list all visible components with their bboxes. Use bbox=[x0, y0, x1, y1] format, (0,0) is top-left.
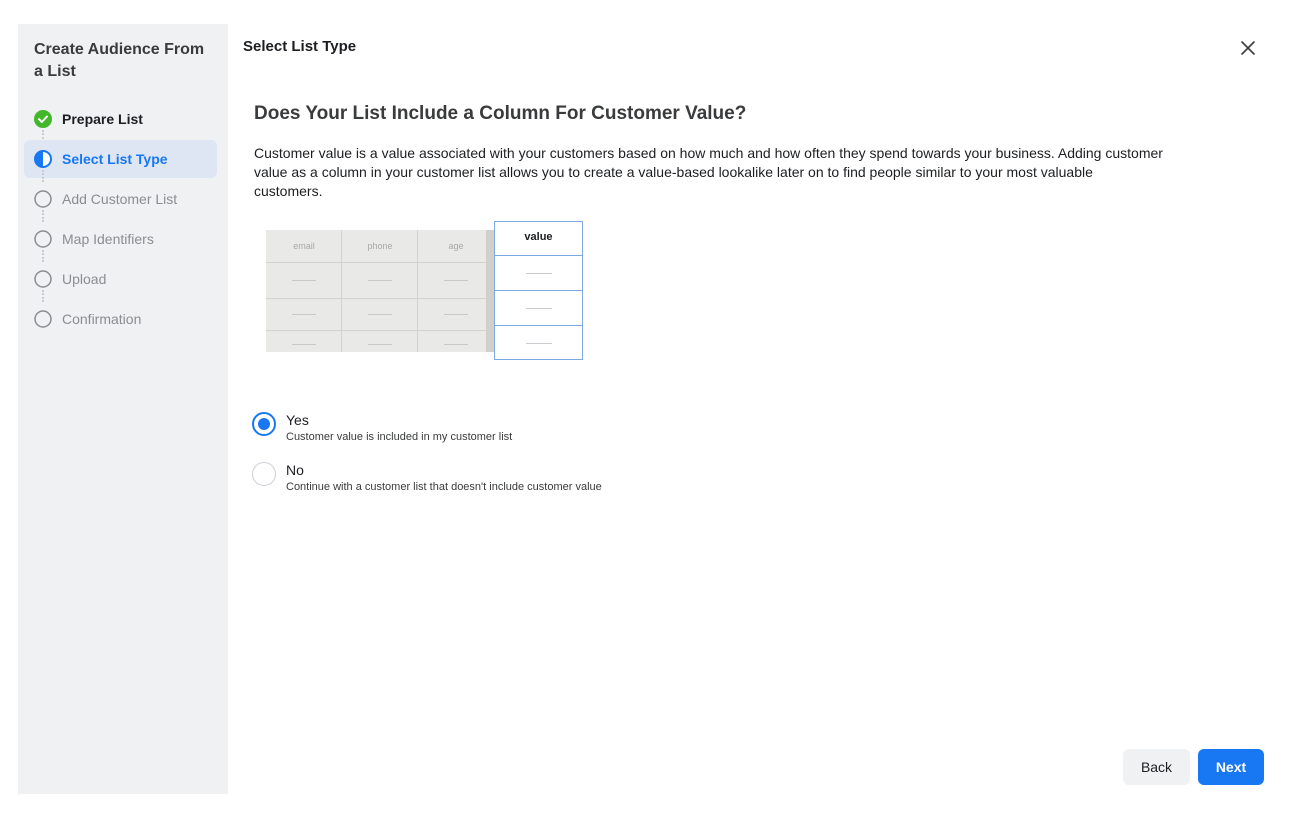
empty-circle-icon bbox=[34, 310, 52, 328]
column-shadow bbox=[486, 230, 494, 352]
value-cell bbox=[495, 326, 582, 361]
close-button[interactable] bbox=[1236, 36, 1260, 60]
placeholder-dash bbox=[444, 314, 468, 315]
step-label: Map Identifiers bbox=[62, 231, 154, 247]
column-header-phone: phone bbox=[367, 241, 393, 251]
row-divider bbox=[266, 330, 494, 331]
option-sublabel: Continue with a customer list that doesn… bbox=[286, 481, 602, 493]
option-yes[interactable]: Yes Customer value is included in my cus… bbox=[252, 412, 512, 445]
step-add-customer-list[interactable]: Add Customer List bbox=[24, 180, 217, 222]
placeholder-dash bbox=[368, 344, 392, 345]
column-header-age: age bbox=[448, 241, 464, 251]
description-text: Customer value is a value associated wit… bbox=[254, 145, 1163, 199]
page-title: Select List Type bbox=[243, 38, 357, 55]
step-label: Select List Type bbox=[62, 151, 168, 167]
step-prepare-list[interactable]: Prepare List bbox=[24, 100, 217, 142]
placeholder-dash bbox=[368, 280, 392, 281]
step-label: Add Customer List bbox=[62, 191, 178, 207]
radio-yes[interactable] bbox=[252, 412, 276, 436]
placeholder-dash bbox=[292, 280, 316, 281]
option-sublabel: Customer value is included in my custome… bbox=[286, 431, 513, 443]
radio-no[interactable] bbox=[252, 462, 276, 486]
placeholder-dash bbox=[368, 314, 392, 315]
placeholder-dash bbox=[292, 344, 316, 345]
placeholder-dash bbox=[292, 314, 316, 315]
empty-circle-icon bbox=[34, 230, 52, 248]
row-divider bbox=[266, 262, 494, 263]
placeholder-dash bbox=[444, 280, 468, 281]
empty-circle-icon bbox=[34, 270, 52, 288]
sidebar: Create Audience From a List Prepare List… bbox=[18, 24, 228, 794]
empty-circle-icon bbox=[34, 190, 52, 208]
step-label: Confirmation bbox=[62, 311, 142, 327]
value-cell bbox=[495, 291, 582, 326]
step-confirmation[interactable]: Confirmation bbox=[24, 300, 217, 338]
value-column: value bbox=[494, 221, 583, 360]
step-map-identifiers[interactable]: Map Identifiers bbox=[24, 220, 217, 262]
radio-dot bbox=[258, 418, 270, 430]
option-no[interactable]: No Continue with a customer list that do… bbox=[252, 462, 602, 495]
customer-value-illustration: email phone age value bbox=[266, 221, 586, 361]
half-circle-icon bbox=[34, 150, 52, 168]
value-cell bbox=[495, 256, 582, 291]
step-select-list-type[interactable]: Select List Type bbox=[24, 140, 217, 182]
step-list: Prepare List Select List Type Add Custom… bbox=[24, 100, 217, 340]
next-button[interactable]: Next bbox=[1198, 749, 1264, 785]
option-label: Yes bbox=[286, 412, 309, 428]
check-circle-icon bbox=[34, 110, 52, 128]
sample-table: email phone age bbox=[266, 230, 494, 352]
option-label: No bbox=[286, 462, 304, 478]
sidebar-title: Create Audience From a List bbox=[34, 41, 205, 80]
step-label: Prepare List bbox=[62, 111, 143, 127]
column-header-value: value bbox=[495, 222, 582, 256]
column-header-email: email bbox=[293, 241, 315, 251]
placeholder-dash bbox=[444, 344, 468, 345]
step-upload[interactable]: Upload bbox=[24, 260, 217, 302]
question-heading: Does Your List Include a Column For Cust… bbox=[254, 103, 747, 124]
close-icon bbox=[1241, 41, 1255, 55]
back-button[interactable]: Back bbox=[1123, 749, 1190, 785]
step-label: Upload bbox=[62, 271, 107, 287]
row-divider bbox=[266, 298, 494, 299]
